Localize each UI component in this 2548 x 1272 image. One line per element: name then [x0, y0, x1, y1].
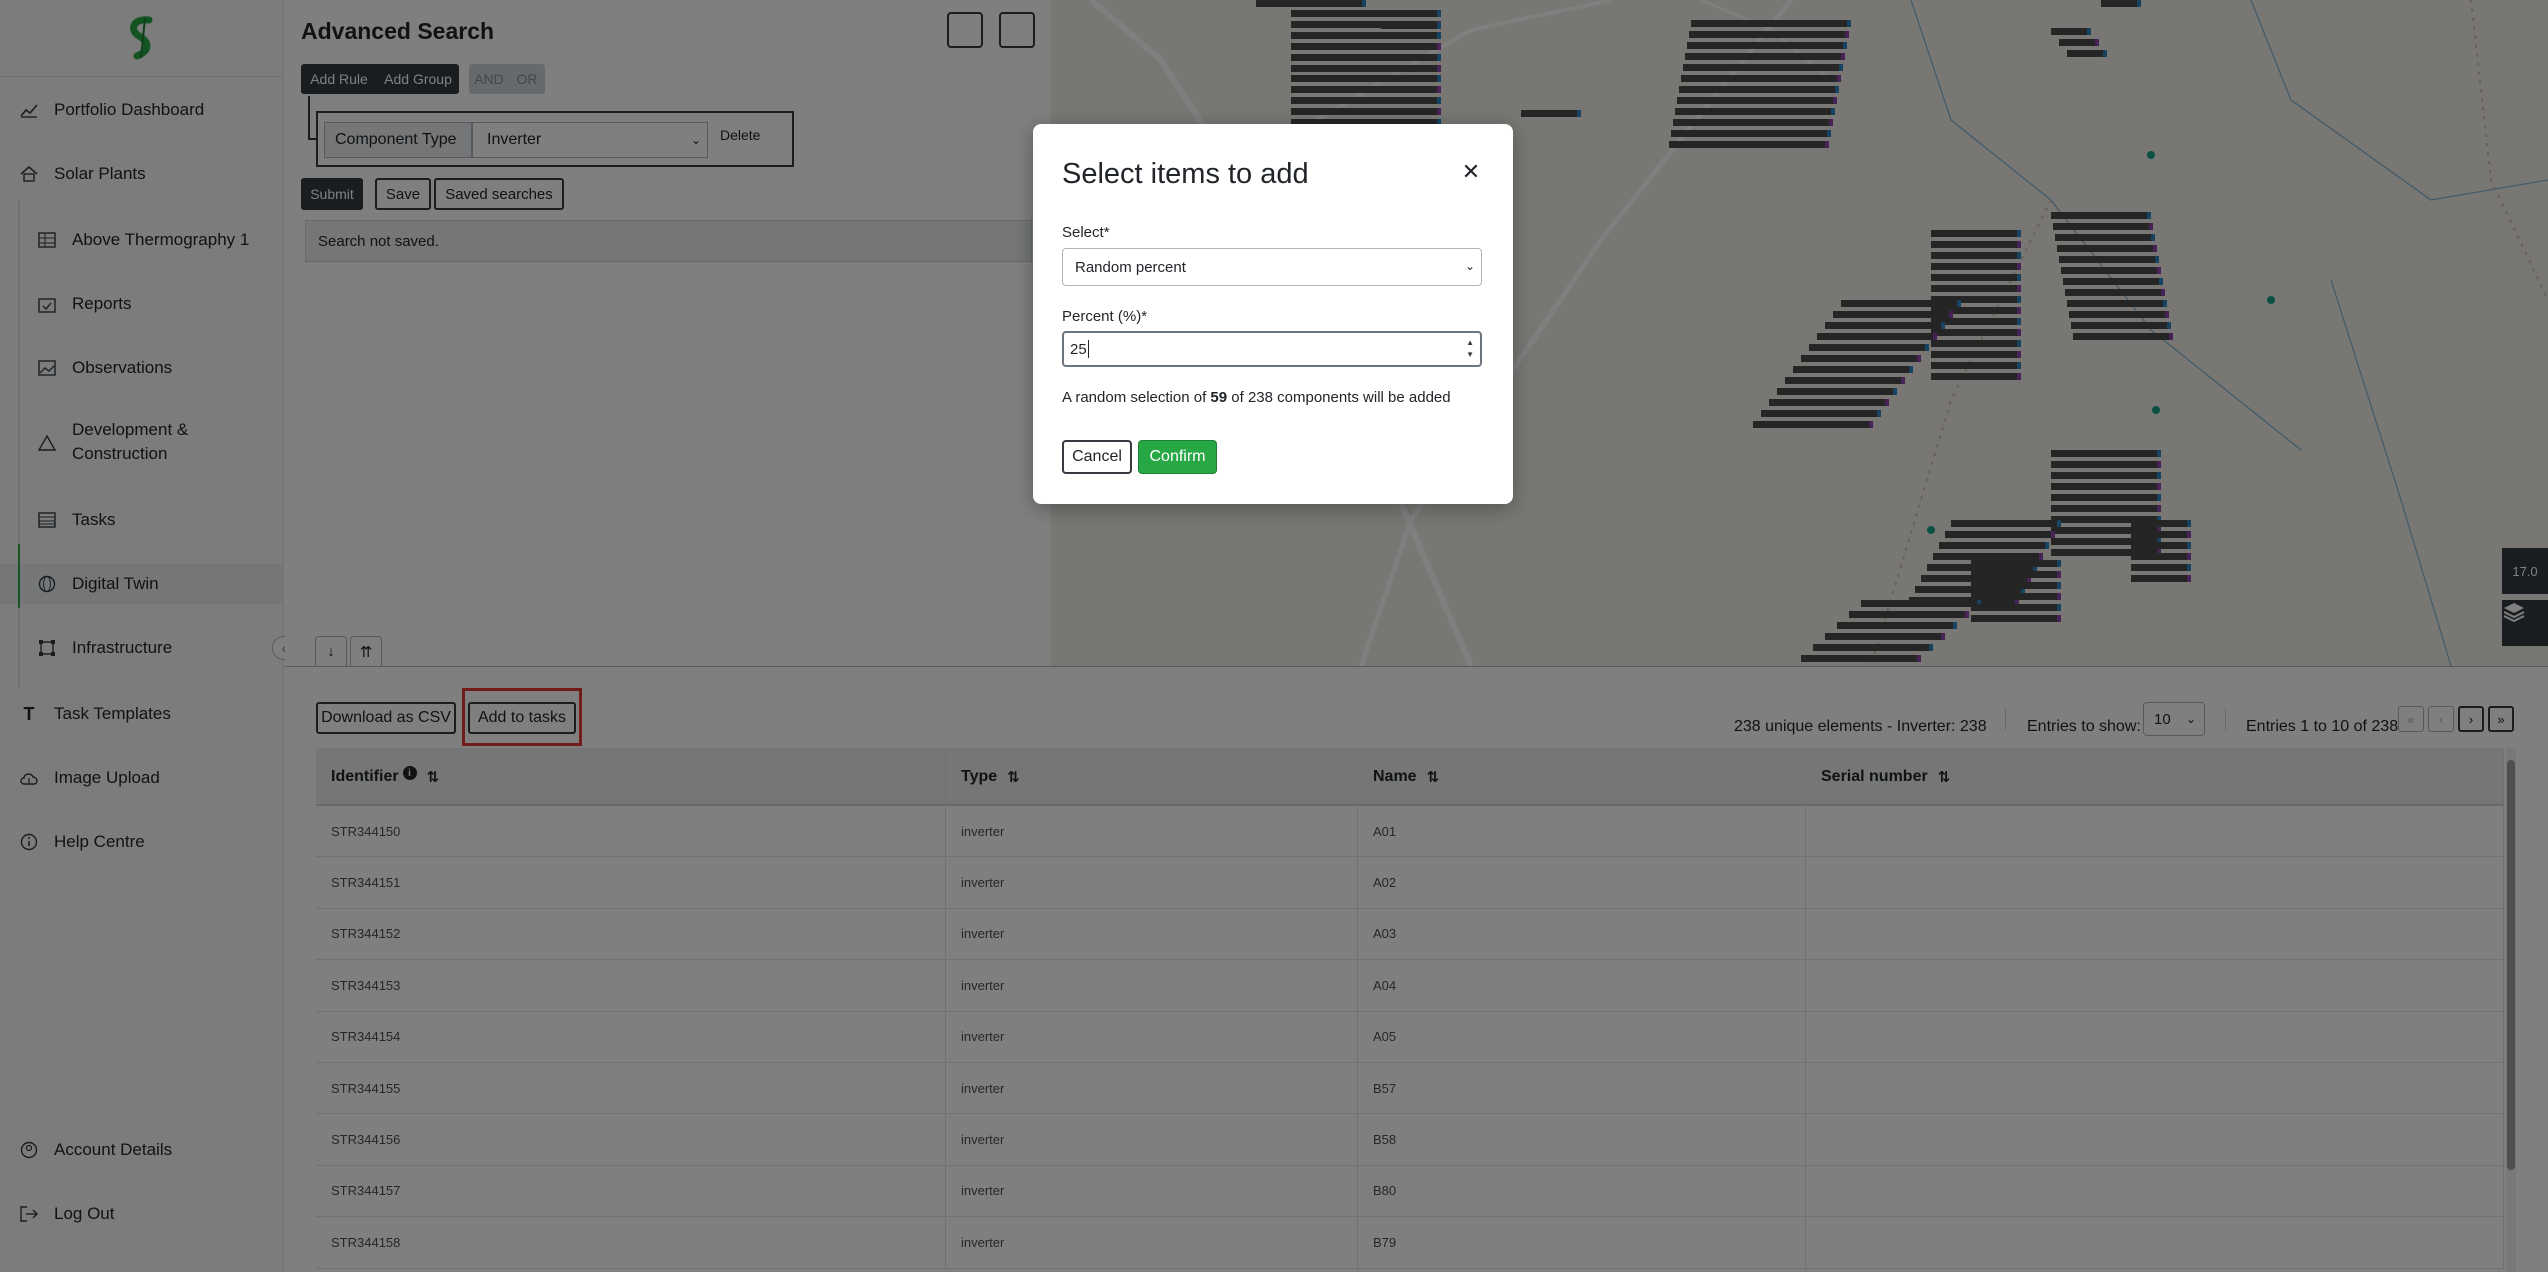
note-suffix: of 238 components will be added [1227, 389, 1451, 406]
percent-value: 25 [1070, 340, 1087, 358]
modal-title: Select items to add [1062, 158, 1309, 190]
select-items-modal: Select items to add ✕ Select* Random per… [1033, 124, 1513, 504]
cancel-button[interactable]: Cancel [1062, 440, 1132, 474]
select-label: Select* [1062, 224, 1110, 241]
text-cursor [1087, 340, 1089, 358]
close-icon[interactable]: ✕ [1457, 158, 1485, 186]
percent-label: Percent (%)* [1062, 308, 1148, 325]
note-count: 59 [1210, 389, 1228, 406]
chevron-down-icon: ⌄ [1464, 259, 1475, 273]
percent-input[interactable]: 25 ▲ ▼ [1062, 331, 1482, 367]
number-stepper-icon[interactable]: ▲ ▼ [1466, 337, 1474, 361]
selection-mode-value: Random percent [1075, 258, 1186, 276]
confirm-button[interactable]: Confirm [1138, 440, 1217, 474]
note-prefix: A random selection of [1062, 389, 1211, 406]
selection-mode-select[interactable]: Random percent ⌄ [1062, 248, 1482, 286]
selection-note: A random selection of 59 of 238 componen… [1062, 389, 1451, 406]
